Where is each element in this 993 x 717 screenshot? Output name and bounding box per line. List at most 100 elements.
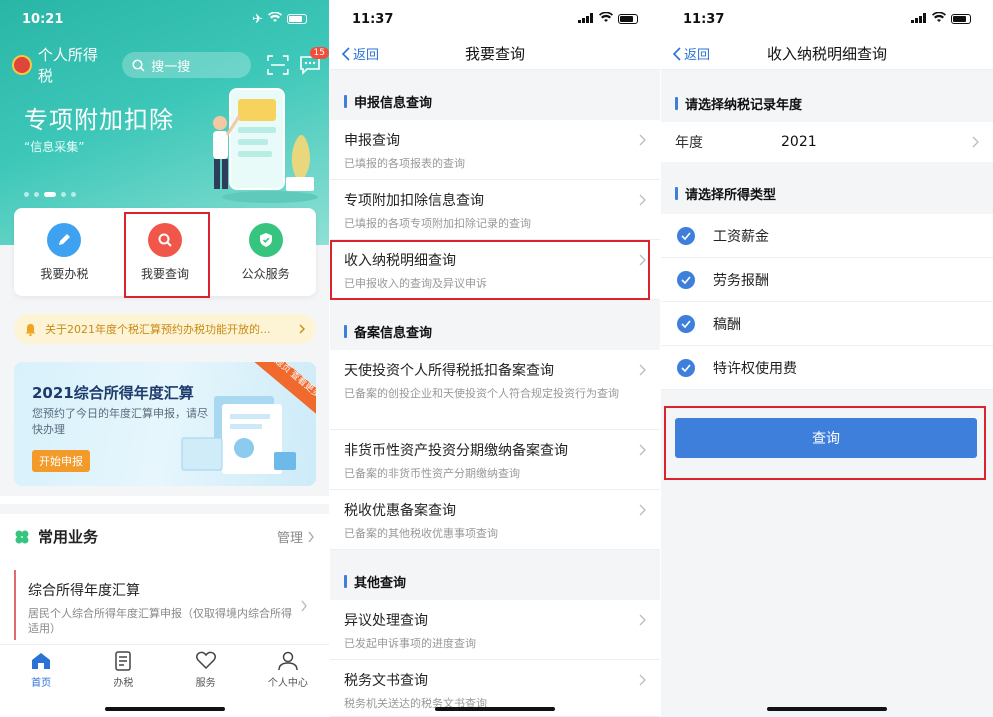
home-indicator [104,707,225,711]
action-label: 公众服务 [241,266,290,281]
back-label: 返回 [684,48,711,63]
tax-emblem-icon [12,55,32,75]
checkmark-icon [677,358,695,377]
bottom-tab-bar: 首页 办税 服务 个人中心 [0,644,329,717]
status-time: 10:21 [22,11,64,27]
shield-icon [248,222,283,257]
row-desc: 已填报的各项报表的查询 [344,157,465,170]
type-label: 稿酬 [713,316,741,333]
notice-bar[interactable]: 关于2021年度个税汇算预约办税功能开放的... [14,314,316,344]
tab-profile[interactable]: 个人中心 [247,645,329,717]
row-angel-investment-query[interactable]: 天使投资个人所得税抵扣备案查询 已备案的创投企业和天使投资个人符合规定投资行为查… [330,350,660,430]
search-icon [132,58,145,72]
row-desc: 已发起申诉事项的进度查询 [344,637,476,650]
row-title: 天使投资个人所得税抵扣备案查询 [344,363,554,379]
row-title: 非货币性资产投资分期缴纳备案查询 [344,443,568,459]
home-screen: 10:21 ✈ 个人所得税 搜一搜 15 专项附加扣除 “信息采集” 我要办税 … [0,0,329,717]
year-label: 年度 [675,135,703,151]
manage-link[interactable]: 管理 [277,527,303,546]
person-icon [278,651,298,671]
section-filing-header: 备案信息查询 [330,312,660,350]
hero-subtitle: “信息采集” [24,140,85,154]
common-services-title: 常用业务 [38,528,99,546]
documents-illustration [181,396,296,474]
chevron-left-icon [342,46,350,61]
wifi-icon [599,11,613,27]
message-button[interactable]: 15 [299,47,329,75]
notice-text: 关于2021年度个税汇算预约办税功能开放的... [45,323,271,336]
app-name: 个人所得税 [37,46,98,85]
action-public-service[interactable]: 公众服务 [215,208,316,296]
type-option-labor[interactable]: 劳务报酬 [661,258,993,302]
highlight-box-query [124,212,210,298]
home-indicator [435,707,555,711]
back-button[interactable]: 返回 [673,44,710,63]
row-special-deduction-query[interactable]: 专项附加扣除信息查询 已填报的各项专项附加扣除记录的查询 [330,180,660,240]
section-declare-header: 申报信息查询 [330,82,660,120]
status-bar: 10:21 ✈ [0,0,329,38]
battery-icon [287,14,307,24]
search-placeholder: 搜一搜 [151,59,191,75]
year-selector[interactable]: 年度 2021 [661,122,993,162]
page-title: 收入纳税明细查询 [766,45,887,63]
chevron-left-icon [673,46,681,61]
type-label: 特许权使用费 [713,360,797,377]
type-option-salary[interactable]: 工资薪金 [661,214,993,258]
row-title: 税务文书查询 [344,673,428,689]
checkmark-icon [677,226,695,245]
type-option-franchise[interactable]: 特许权使用费 [661,346,993,390]
pen-icon [47,222,82,257]
service-item-desc: 居民个人综合所得年度汇算申报（仅取得境内综合所得适用） [28,607,292,635]
chevron-right-icon [639,194,646,206]
type-option-royalty[interactable]: 稿酬 [661,302,993,346]
chevron-right-icon [639,364,646,376]
battery-icon [618,14,638,24]
chevron-right-icon [972,136,979,148]
scan-icon[interactable] [267,55,289,75]
action-file-tax[interactable]: 我要办税 [14,208,115,296]
message-badge: 15 [309,47,329,59]
signal-icon [911,12,927,27]
tab-home[interactable]: 首页 [0,645,82,717]
service-item-title: 综合所得年度汇算 [28,583,140,599]
tab-label: 服务 [195,678,216,689]
heart-hands-icon [195,651,216,670]
banner-title: 2021综合所得年度汇算 [32,384,194,402]
back-label: 返回 [353,48,380,63]
row-declare-query[interactable]: 申报查询 已填报的各项报表的查询 [330,120,660,180]
highlight-box-income-detail [330,240,650,300]
start-declare-button[interactable]: 开始申报 [32,450,90,472]
row-desc: 已备案的其他税收优惠事项查询 [344,527,498,540]
status-bar: 11:37 [330,0,660,38]
query-menu-screen: 11:37 返回 我要查询 申报信息查询 申报查询 已填报的各项报表的查询 专项… [330,0,660,717]
common-service-item[interactable]: 综合所得年度汇算 居民个人综合所得年度汇算申报（仅取得境内综合所得适用） [14,570,316,640]
chevron-right-icon [639,674,646,686]
type-label: 工资薪金 [713,228,769,245]
income-detail-query-screen: 11:37 返回 收入纳税明细查询 请选择纳税记录年度 年度 2021 请选择所… [661,0,993,717]
row-tax-preference-query[interactable]: 税收优惠备案查询 已备案的其他税收优惠事项查询 [330,490,660,550]
back-button[interactable]: 返回 [342,44,379,63]
chevron-right-icon [639,614,646,626]
type-section-header: 请选择所得类型 [661,174,993,212]
hero-illustration [213,88,318,203]
battery-icon [951,14,971,24]
annual-settlement-banner[interactable]: 2021综合所得年度汇算 您预约了今日的年度汇算申报，请尽快办理 开始申报 进入… [14,362,316,486]
bell-icon [25,323,36,336]
home-indicator [767,707,887,711]
search-box[interactable]: 搜一搜 [122,52,252,78]
page-title: 我要查询 [464,45,525,63]
row-title: 异议处理查询 [344,613,428,629]
chevron-right-icon [639,504,646,516]
airplane-icon: ✈ [252,11,263,27]
highlight-box-query-button [664,406,986,480]
status-time: 11:37 [683,11,725,27]
status-time: 11:37 [352,11,394,27]
row-non-monetary-asset-query[interactable]: 非货币性资产投资分期缴纳备案查询 已备案的非货币性资产分期缴纳查询 [330,430,660,490]
row-title: 申报查询 [344,133,400,149]
chevron-right-icon [639,444,646,456]
type-label: 劳务报酬 [713,272,769,289]
row-title: 专项附加扣除信息查询 [344,193,484,209]
tab-label: 办税 [113,678,134,689]
row-objection-query[interactable]: 异议处理查询 已发起申诉事项的进度查询 [330,600,660,660]
row-desc: 已备案的非货币性资产分期缴纳查询 [344,467,520,480]
